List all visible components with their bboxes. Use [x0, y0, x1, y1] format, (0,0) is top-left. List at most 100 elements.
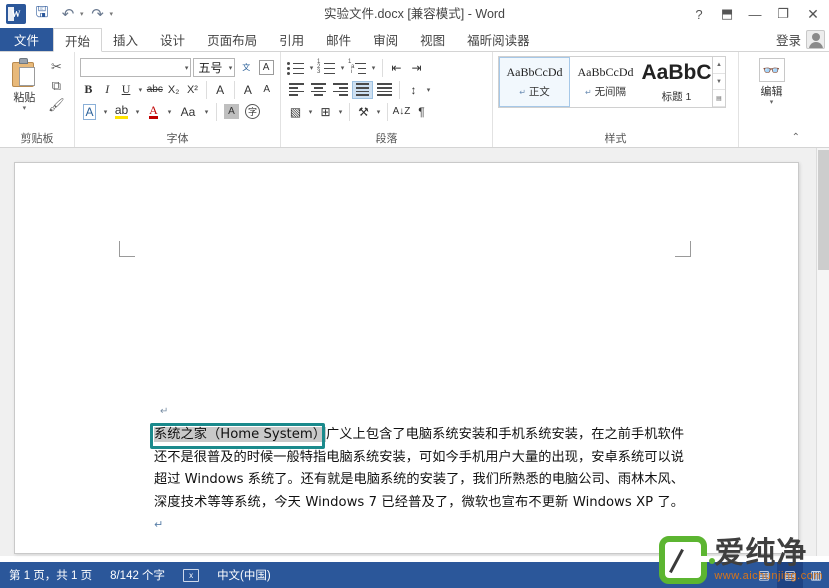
subscript-button[interactable]: X₂ [165, 80, 182, 99]
font-color-label: A [149, 105, 158, 119]
undo-dropdown-caret[interactable]: ▾ [80, 10, 84, 18]
text-effects-label: A [83, 104, 96, 120]
document-body-text[interactable]: 系统之家（Home System）广义上包含了电脑系统安装和手机系统安装，在之前… [154, 424, 684, 537]
underline-button[interactable]: U [118, 80, 135, 99]
bullets-caret-icon[interactable]: ▾ [307, 58, 316, 77]
font-color-icon[interactable]: A [144, 102, 163, 121]
format-painter-icon[interactable]: 🖌 [48, 97, 65, 112]
word-app-icon[interactable]: W [4, 3, 28, 25]
avatar[interactable] [806, 30, 825, 49]
decrease-indent-icon[interactable]: ⇤ [387, 58, 406, 77]
bold-button[interactable]: B [80, 80, 97, 99]
increase-indent-icon[interactable]: ⇥ [407, 58, 426, 77]
font-name-caret-icon[interactable]: ▾ [182, 64, 189, 72]
tab-design[interactable]: 设计 [149, 28, 196, 51]
help-button[interactable]: ? [685, 0, 713, 28]
distribute-button[interactable] [374, 81, 395, 99]
bullets-icon[interactable] [286, 59, 306, 77]
align-right-button[interactable] [330, 81, 351, 99]
redo-icon[interactable]: ↷ [86, 3, 110, 25]
text-effects-caret-icon[interactable]: ▾ [101, 102, 110, 121]
shrink-font-button[interactable]: A [258, 80, 275, 99]
text-effects-icon[interactable]: A [80, 102, 99, 121]
qat-customize-caret[interactable]: ▾ [110, 10, 114, 18]
shading-icon[interactable]: ▧ [286, 102, 305, 121]
shading-caret-icon[interactable]: ▾ [306, 102, 315, 121]
undo-icon[interactable]: ↶ [56, 3, 80, 25]
borders-icon[interactable]: ⊞ [316, 102, 335, 121]
editing-caret-icon[interactable]: ▾ [770, 99, 774, 106]
line-spacing-icon[interactable]: ↕ [404, 80, 423, 99]
tab-insert[interactable]: 插入 [102, 28, 149, 51]
page-indicator[interactable]: 第 1 页，共 1 页 [0, 567, 101, 583]
style-item-no-spacing[interactable]: AaBbCcDd ↵ 无间隔 [570, 57, 641, 107]
editing-button[interactable]: 👓 编辑 ▾ [744, 56, 799, 106]
line-spacing-caret-icon[interactable]: ▾ [424, 80, 433, 99]
asian-layout-caret-icon[interactable]: ▾ [374, 102, 383, 121]
copy-icon[interactable]: ⧉ [52, 78, 61, 93]
enclose-characters-icon[interactable]: 字 [243, 102, 262, 121]
clear-formatting-icon[interactable]: A [212, 80, 229, 99]
ribbon-display-options-button[interactable]: ⬒ [713, 0, 741, 28]
change-case-button[interactable]: Aa [176, 102, 200, 121]
vertical-scrollbar[interactable] [816, 148, 829, 556]
underline-caret-icon[interactable]: ▾ [136, 80, 144, 99]
italic-button[interactable]: I [99, 80, 116, 99]
scrollbar-thumb[interactable] [818, 150, 829, 270]
styles-more-icon[interactable]: ▤ [713, 90, 725, 107]
find-binoculars-icon[interactable]: 👓 [759, 58, 785, 82]
align-center-button[interactable] [308, 81, 329, 99]
style-preview: AaBbCcDd [578, 65, 634, 80]
character-shading-icon[interactable]: A [222, 102, 241, 121]
tab-home[interactable]: 开始 [53, 28, 102, 52]
numbering-icon[interactable]: 1 2 3 [317, 59, 337, 77]
collapse-ribbon-icon[interactable]: ⌃ [792, 130, 800, 146]
tab-page-layout[interactable]: 页面布局 [196, 28, 268, 51]
text-highlight-caret-icon[interactable]: ▾ [133, 102, 142, 121]
justify-button[interactable] [352, 81, 373, 99]
tab-mailings[interactable]: 邮件 [315, 28, 362, 51]
tab-references[interactable]: 引用 [268, 28, 315, 51]
cut-icon[interactable]: ✂ [51, 59, 62, 74]
asian-layout-icon[interactable]: ⚒ [354, 102, 373, 121]
word-count[interactable]: 8/142 个字 [101, 567, 174, 583]
strikethrough-button[interactable]: abc [146, 80, 163, 99]
watermark-logo-icon [659, 536, 707, 584]
styles-scroll-up-icon[interactable]: ▲ [713, 57, 725, 74]
show-formatting-marks-icon[interactable]: ¶ [412, 102, 431, 121]
tab-foxit-reader[interactable]: 福昕阅读器 [456, 28, 541, 51]
grow-font-button[interactable]: A [239, 80, 256, 99]
signin-link[interactable]: 登录 [776, 30, 801, 49]
tab-review[interactable]: 审阅 [362, 28, 409, 51]
character-border-icon[interactable]: A [257, 58, 275, 77]
multilevel-list-caret-icon[interactable]: ▾ [369, 58, 378, 77]
font-name-input[interactable]: ▾ [80, 58, 191, 77]
paste-button[interactable]: 粘贴 ▾ [5, 56, 44, 112]
font-size-input[interactable]: 五号 ▾ [193, 58, 235, 77]
phonetic-guide-icon[interactable]: 文 [237, 58, 255, 77]
tab-view[interactable]: 视图 [409, 28, 456, 51]
style-item-heading-1[interactable]: AaBbC 标题 1 [641, 57, 712, 107]
font-size-caret-icon[interactable]: ▾ [226, 64, 233, 72]
align-left-button[interactable] [286, 81, 307, 99]
styles-scroll-down-icon[interactable]: ▼ [713, 74, 725, 91]
language-indicator[interactable]: 中文(中国) [208, 567, 280, 583]
paste-caret-icon[interactable]: ▾ [23, 105, 27, 112]
text-highlight-icon[interactable]: ab [112, 102, 131, 121]
style-item-body[interactable]: AaBbCcDd ↵ 正文 [499, 57, 570, 107]
minimize-button[interactable]: — [741, 0, 769, 28]
superscript-button[interactable]: X² [184, 80, 201, 99]
multilevel-list-icon[interactable]: 1 a i [348, 59, 368, 77]
proofing-status-icon[interactable]: x [174, 569, 208, 582]
font-color-caret-icon[interactable]: ▾ [165, 102, 174, 121]
save-icon[interactable]: 🖫 [30, 3, 54, 25]
numbering-caret-icon[interactable]: ▾ [338, 58, 347, 77]
selected-text-run[interactable]: 系统之家（Home System） [154, 427, 326, 442]
tab-file[interactable]: 文件 [0, 28, 53, 51]
maximize-button[interactable]: ❐ [769, 0, 797, 28]
sort-icon[interactable]: A↓Z [392, 102, 411, 121]
borders-caret-icon[interactable]: ▾ [336, 102, 345, 121]
change-case-caret-icon[interactable]: ▾ [202, 102, 211, 121]
styles-gallery-scrollbar[interactable]: ▲ ▼ ▤ [712, 57, 725, 107]
close-button[interactable]: ✕ [797, 0, 829, 28]
